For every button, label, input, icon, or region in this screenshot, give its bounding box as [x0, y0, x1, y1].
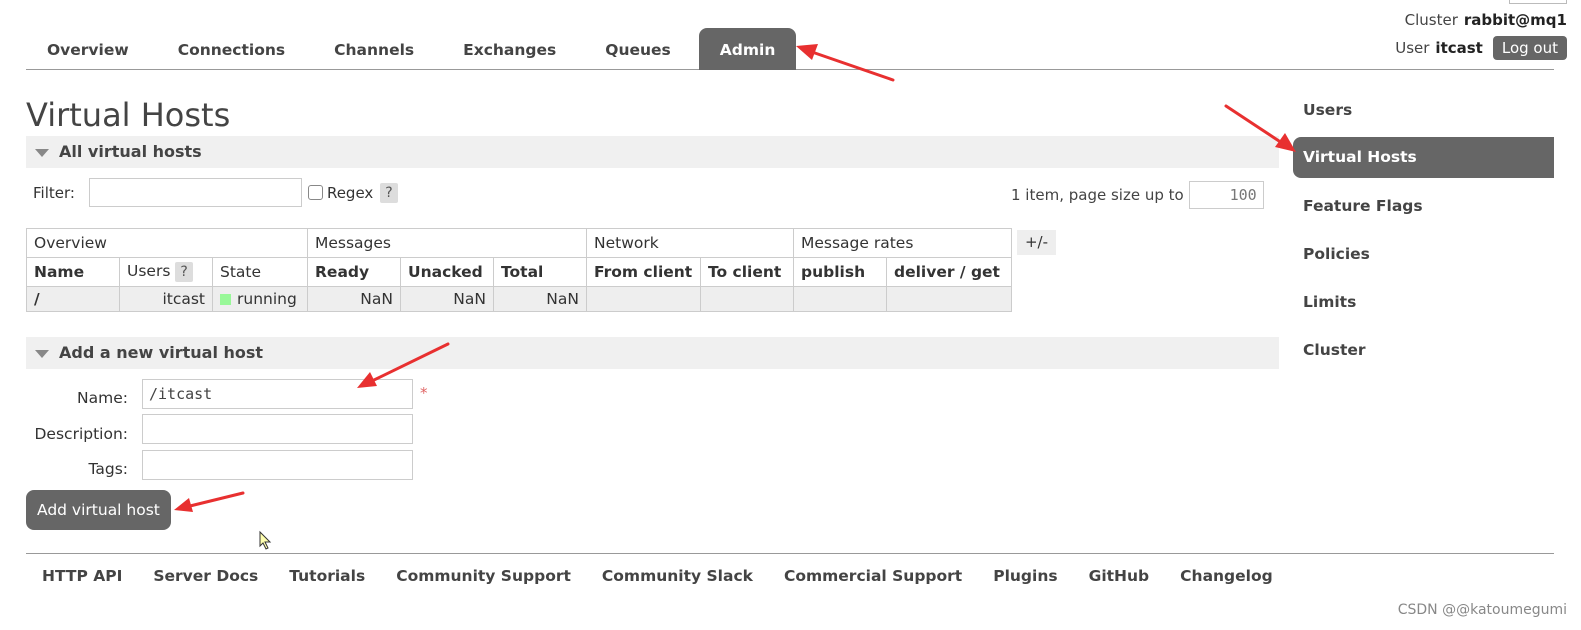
footer-link-commercial-support[interactable]: Commercial Support — [784, 554, 962, 597]
page-title: Virtual Hosts — [26, 96, 231, 134]
add-virtual-host-button[interactable]: Add virtual host — [26, 490, 171, 530]
cell-deliver-get — [886, 286, 1012, 312]
group-message-rates: Message rates — [793, 228, 1012, 258]
table-header-row: Name Users? State Ready Unacked Total Fr… — [26, 257, 1012, 287]
vhost-name-link[interactable]: / — [26, 286, 120, 312]
cell-ready: NaN — [307, 286, 401, 312]
cell-unacked: NaN — [400, 286, 494, 312]
column-header-to-client[interactable]: To client — [700, 257, 794, 287]
footer-link-http-api[interactable]: HTTP API — [42, 554, 122, 597]
all-vhosts-title: All virtual hosts — [59, 142, 202, 161]
description-input[interactable] — [142, 414, 413, 444]
name-label: Name: — [77, 389, 128, 407]
mouse-cursor-icon — [259, 530, 272, 550]
footer-link-community-support[interactable]: Community Support — [396, 554, 571, 597]
sidebar-item-cluster[interactable]: Cluster — [1293, 326, 1554, 374]
vhost-name-input[interactable] — [142, 379, 413, 409]
footer-link-plugins[interactable]: Plugins — [993, 554, 1057, 597]
tab-overview[interactable]: Overview — [26, 28, 150, 70]
column-header-from-client[interactable]: From client — [586, 257, 701, 287]
cell-publish — [793, 286, 887, 312]
column-header-users[interactable]: Users? — [119, 257, 213, 287]
add-vhost-title: Add a new virtual host — [59, 343, 264, 362]
cell-to-client — [700, 286, 794, 312]
paging-controls: 1 item, page size up to — [1011, 181, 1264, 209]
footer-link-tutorials[interactable]: Tutorials — [289, 554, 365, 597]
column-header-deliver-get[interactable]: deliver / get — [886, 257, 1012, 287]
table-row[interactable]: / itcast running NaN NaN NaN — [26, 286, 1012, 312]
group-network: Network — [586, 228, 794, 258]
sidebar-item-users[interactable]: Users — [1293, 86, 1554, 134]
column-header-unacked[interactable]: Unacked — [400, 257, 494, 287]
tab-exchanges[interactable]: Exchanges — [442, 28, 577, 70]
tab-connections[interactable]: Connections — [157, 28, 306, 70]
cell-users: itcast — [119, 286, 213, 312]
regex-label: Regex — [326, 183, 374, 202]
footer-links: HTTP API Server Docs Tutorials Community… — [26, 553, 1554, 597]
description-label: Description: — [34, 425, 129, 443]
state-text: running — [237, 290, 297, 308]
sidebar-item-policies[interactable]: Policies — [1293, 230, 1554, 278]
regex-checkbox[interactable] — [307, 185, 323, 200]
vhosts-table: Overview Messages Network Message rates … — [26, 228, 1012, 312]
required-mark: * — [420, 384, 428, 402]
cell-total: NaN — [493, 286, 587, 312]
regex-help-icon[interactable]: ? — [380, 182, 398, 203]
column-header-total[interactable]: Total — [493, 257, 587, 287]
filter-label: Filter: — [33, 183, 75, 202]
filter-input[interactable] — [88, 178, 302, 207]
footer-link-community-slack[interactable]: Community Slack — [602, 554, 753, 597]
admin-sidebar: Users Virtual Hosts Feature Flags Polici… — [1293, 86, 1554, 374]
footer-link-changelog[interactable]: Changelog — [1180, 554, 1273, 597]
cell-from-client — [586, 286, 701, 312]
tab-channels[interactable]: Channels — [313, 28, 435, 70]
main-tabs: Overview Connections Channels Exchanges … — [26, 28, 1554, 70]
column-toggle-button[interactable]: +/- — [1017, 230, 1056, 255]
top-corner-box — [1509, 0, 1567, 4]
column-header-ready[interactable]: Ready — [307, 257, 401, 287]
group-overview: Overview — [26, 228, 308, 258]
collapse-triangle-icon — [35, 350, 49, 358]
column-header-publish[interactable]: publish — [793, 257, 887, 287]
footer-link-server-docs[interactable]: Server Docs — [153, 554, 258, 597]
users-help-icon[interactable]: ? — [175, 262, 193, 282]
paging-text: 1 item, page size up to — [1011, 186, 1184, 204]
running-status-icon — [220, 294, 231, 305]
cell-state: running — [212, 286, 308, 312]
sidebar-item-limits[interactable]: Limits — [1293, 278, 1554, 326]
add-vhost-section-toggle[interactable]: Add a new virtual host — [26, 337, 1279, 369]
collapse-triangle-icon — [35, 149, 49, 157]
filter-row: Filter: Regex ? — [33, 178, 398, 207]
all-vhosts-section-toggle[interactable]: All virtual hosts — [26, 136, 1279, 168]
column-header-state[interactable]: State — [212, 257, 308, 287]
arrow-to-add-button-icon — [174, 491, 245, 512]
column-header-name[interactable]: Name — [26, 257, 120, 287]
users-header-label: Users — [127, 262, 171, 280]
tab-queues[interactable]: Queues — [584, 28, 692, 70]
watermark: CSDN @@katoumegumi — [1397, 602, 1567, 618]
tab-admin[interactable]: Admin — [698, 28, 797, 70]
sidebar-item-feature-flags[interactable]: Feature Flags — [1293, 182, 1554, 230]
group-messages: Messages — [307, 228, 587, 258]
tags-input[interactable] — [142, 450, 413, 480]
footer-link-github[interactable]: GitHub — [1089, 554, 1150, 597]
table-group-row: Overview Messages Network Message rates — [26, 228, 1012, 258]
page-size-input[interactable] — [1188, 181, 1264, 209]
sidebar-item-virtual-hosts[interactable]: Virtual Hosts — [1293, 137, 1554, 178]
tags-label: Tags: — [88, 460, 128, 478]
